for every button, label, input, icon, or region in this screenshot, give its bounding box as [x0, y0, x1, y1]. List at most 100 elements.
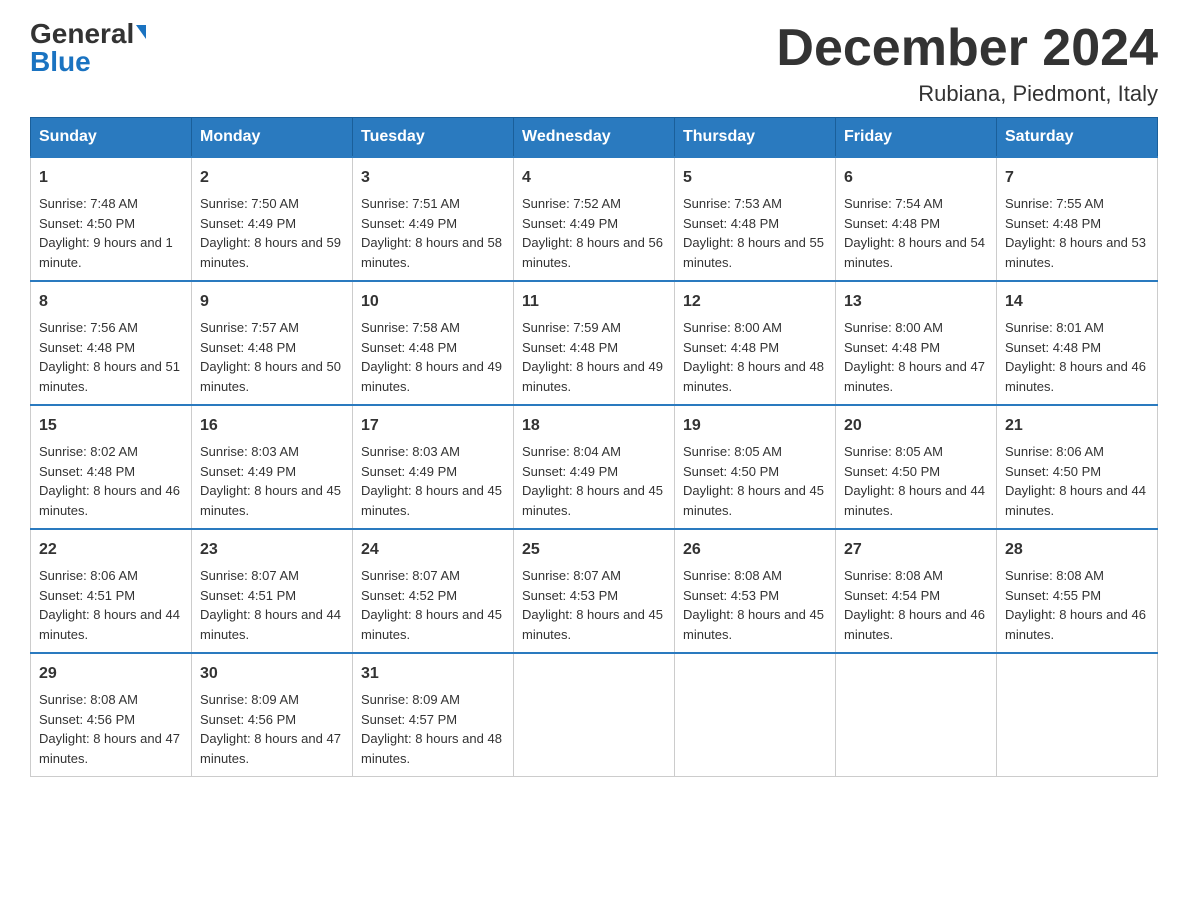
day-number: 14: [1005, 290, 1149, 314]
day-number: 16: [200, 414, 344, 438]
calendar-cell: [836, 653, 997, 777]
day-info: Sunrise: 7:53 AMSunset: 4:48 PMDaylight:…: [683, 196, 824, 270]
day-info: Sunrise: 8:07 AMSunset: 4:52 PMDaylight:…: [361, 568, 502, 642]
day-number: 2: [200, 166, 344, 190]
calendar-cell: 24 Sunrise: 8:07 AMSunset: 4:52 PMDaylig…: [353, 529, 514, 653]
calendar-cell: 22 Sunrise: 8:06 AMSunset: 4:51 PMDaylig…: [31, 529, 192, 653]
calendar-cell: [997, 653, 1158, 777]
day-info: Sunrise: 7:52 AMSunset: 4:49 PMDaylight:…: [522, 196, 663, 270]
day-number: 9: [200, 290, 344, 314]
day-info: Sunrise: 7:57 AMSunset: 4:48 PMDaylight:…: [200, 320, 341, 394]
calendar-cell: 2 Sunrise: 7:50 AMSunset: 4:49 PMDayligh…: [192, 157, 353, 281]
calendar-cell: [675, 653, 836, 777]
day-number: 5: [683, 166, 827, 190]
day-info: Sunrise: 7:59 AMSunset: 4:48 PMDaylight:…: [522, 320, 663, 394]
calendar-cell: 10 Sunrise: 7:58 AMSunset: 4:48 PMDaylig…: [353, 281, 514, 405]
calendar-cell: 6 Sunrise: 7:54 AMSunset: 4:48 PMDayligh…: [836, 157, 997, 281]
calendar-cell: 4 Sunrise: 7:52 AMSunset: 4:49 PMDayligh…: [514, 157, 675, 281]
day-number: 24: [361, 538, 505, 562]
calendar-cell: 9 Sunrise: 7:57 AMSunset: 4:48 PMDayligh…: [192, 281, 353, 405]
day-info: Sunrise: 8:08 AMSunset: 4:53 PMDaylight:…: [683, 568, 824, 642]
calendar-cell: 12 Sunrise: 8:00 AMSunset: 4:48 PMDaylig…: [675, 281, 836, 405]
day-info: Sunrise: 8:08 AMSunset: 4:54 PMDaylight:…: [844, 568, 985, 642]
day-number: 19: [683, 414, 827, 438]
day-number: 31: [361, 662, 505, 686]
logo: General Blue: [30, 20, 146, 76]
calendar-cell: 31 Sunrise: 8:09 AMSunset: 4:57 PMDaylig…: [353, 653, 514, 777]
calendar-cell: 17 Sunrise: 8:03 AMSunset: 4:49 PMDaylig…: [353, 405, 514, 529]
day-info: Sunrise: 8:01 AMSunset: 4:48 PMDaylight:…: [1005, 320, 1146, 394]
day-info: Sunrise: 8:07 AMSunset: 4:53 PMDaylight:…: [522, 568, 663, 642]
day-number: 12: [683, 290, 827, 314]
logo-general-text: General: [30, 20, 134, 48]
calendar-cell: 15 Sunrise: 8:02 AMSunset: 4:48 PMDaylig…: [31, 405, 192, 529]
calendar-cell: 27 Sunrise: 8:08 AMSunset: 4:54 PMDaylig…: [836, 529, 997, 653]
title-block: December 2024 Rubiana, Piedmont, Italy: [776, 20, 1158, 107]
day-number: 22: [39, 538, 183, 562]
col-header-wednesday: Wednesday: [514, 118, 675, 158]
col-header-monday: Monday: [192, 118, 353, 158]
calendar-cell: 30 Sunrise: 8:09 AMSunset: 4:56 PMDaylig…: [192, 653, 353, 777]
calendar-cell: 25 Sunrise: 8:07 AMSunset: 4:53 PMDaylig…: [514, 529, 675, 653]
calendar-week-row: 22 Sunrise: 8:06 AMSunset: 4:51 PMDaylig…: [31, 529, 1158, 653]
calendar-week-row: 29 Sunrise: 8:08 AMSunset: 4:56 PMDaylig…: [31, 653, 1158, 777]
day-number: 29: [39, 662, 183, 686]
day-info: Sunrise: 8:03 AMSunset: 4:49 PMDaylight:…: [200, 444, 341, 518]
day-info: Sunrise: 8:00 AMSunset: 4:48 PMDaylight:…: [844, 320, 985, 394]
calendar-cell: 3 Sunrise: 7:51 AMSunset: 4:49 PMDayligh…: [353, 157, 514, 281]
day-info: Sunrise: 8:08 AMSunset: 4:56 PMDaylight:…: [39, 692, 180, 766]
logo-blue-text: Blue: [30, 48, 146, 76]
day-number: 4: [522, 166, 666, 190]
calendar-table: SundayMondayTuesdayWednesdayThursdayFrid…: [30, 117, 1158, 777]
col-header-friday: Friday: [836, 118, 997, 158]
day-number: 20: [844, 414, 988, 438]
calendar-cell: 7 Sunrise: 7:55 AMSunset: 4:48 PMDayligh…: [997, 157, 1158, 281]
day-number: 11: [522, 290, 666, 314]
day-info: Sunrise: 7:51 AMSunset: 4:49 PMDaylight:…: [361, 196, 502, 270]
day-info: Sunrise: 7:58 AMSunset: 4:48 PMDaylight:…: [361, 320, 502, 394]
calendar-cell: 29 Sunrise: 8:08 AMSunset: 4:56 PMDaylig…: [31, 653, 192, 777]
day-number: 7: [1005, 166, 1149, 190]
day-number: 23: [200, 538, 344, 562]
day-info: Sunrise: 8:00 AMSunset: 4:48 PMDaylight:…: [683, 320, 824, 394]
page-subtitle: Rubiana, Piedmont, Italy: [776, 81, 1158, 107]
col-header-thursday: Thursday: [675, 118, 836, 158]
day-number: 3: [361, 166, 505, 190]
day-info: Sunrise: 7:55 AMSunset: 4:48 PMDaylight:…: [1005, 196, 1146, 270]
calendar-cell: 14 Sunrise: 8:01 AMSunset: 4:48 PMDaylig…: [997, 281, 1158, 405]
calendar-cell: 28 Sunrise: 8:08 AMSunset: 4:55 PMDaylig…: [997, 529, 1158, 653]
day-info: Sunrise: 7:48 AMSunset: 4:50 PMDaylight:…: [39, 196, 173, 270]
day-info: Sunrise: 8:09 AMSunset: 4:56 PMDaylight:…: [200, 692, 341, 766]
calendar-week-row: 8 Sunrise: 7:56 AMSunset: 4:48 PMDayligh…: [31, 281, 1158, 405]
day-info: Sunrise: 8:05 AMSunset: 4:50 PMDaylight:…: [844, 444, 985, 518]
calendar-cell: 13 Sunrise: 8:00 AMSunset: 4:48 PMDaylig…: [836, 281, 997, 405]
day-number: 17: [361, 414, 505, 438]
calendar-week-row: 15 Sunrise: 8:02 AMSunset: 4:48 PMDaylig…: [31, 405, 1158, 529]
col-header-tuesday: Tuesday: [353, 118, 514, 158]
day-info: Sunrise: 8:05 AMSunset: 4:50 PMDaylight:…: [683, 444, 824, 518]
calendar-cell: 20 Sunrise: 8:05 AMSunset: 4:50 PMDaylig…: [836, 405, 997, 529]
day-number: 27: [844, 538, 988, 562]
day-info: Sunrise: 8:09 AMSunset: 4:57 PMDaylight:…: [361, 692, 502, 766]
page-title: December 2024: [776, 20, 1158, 77]
day-number: 15: [39, 414, 183, 438]
day-info: Sunrise: 8:06 AMSunset: 4:50 PMDaylight:…: [1005, 444, 1146, 518]
calendar-cell: 8 Sunrise: 7:56 AMSunset: 4:48 PMDayligh…: [31, 281, 192, 405]
day-info: Sunrise: 7:50 AMSunset: 4:49 PMDaylight:…: [200, 196, 341, 270]
day-number: 28: [1005, 538, 1149, 562]
day-number: 30: [200, 662, 344, 686]
calendar-week-row: 1 Sunrise: 7:48 AMSunset: 4:50 PMDayligh…: [31, 157, 1158, 281]
day-info: Sunrise: 8:07 AMSunset: 4:51 PMDaylight:…: [200, 568, 341, 642]
day-number: 21: [1005, 414, 1149, 438]
calendar-cell: 23 Sunrise: 8:07 AMSunset: 4:51 PMDaylig…: [192, 529, 353, 653]
day-number: 13: [844, 290, 988, 314]
calendar-cell: 19 Sunrise: 8:05 AMSunset: 4:50 PMDaylig…: [675, 405, 836, 529]
day-number: 6: [844, 166, 988, 190]
calendar-cell: 11 Sunrise: 7:59 AMSunset: 4:48 PMDaylig…: [514, 281, 675, 405]
day-info: Sunrise: 8:02 AMSunset: 4:48 PMDaylight:…: [39, 444, 180, 518]
calendar-cell: 1 Sunrise: 7:48 AMSunset: 4:50 PMDayligh…: [31, 157, 192, 281]
day-info: Sunrise: 8:06 AMSunset: 4:51 PMDaylight:…: [39, 568, 180, 642]
logo-triangle-icon: [136, 25, 146, 39]
day-number: 26: [683, 538, 827, 562]
day-info: Sunrise: 8:04 AMSunset: 4:49 PMDaylight:…: [522, 444, 663, 518]
